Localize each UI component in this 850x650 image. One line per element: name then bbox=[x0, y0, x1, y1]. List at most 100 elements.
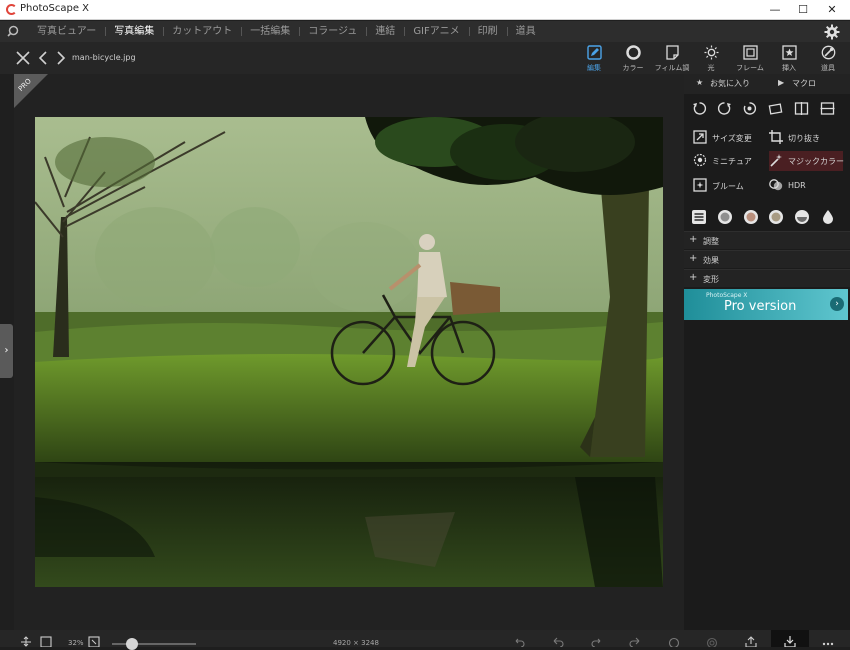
tab-color[interactable]: カラー bbox=[614, 42, 652, 74]
magic-color-button[interactable]: マジックカラー bbox=[769, 151, 844, 171]
hdr-label: HDR bbox=[788, 181, 806, 190]
undo-all-icon[interactable] bbox=[552, 636, 564, 647]
menu-items: 写真ビュアー 写真編集 カットアウト 一括編集 コラージュ 連結 GIFアニメ 印刷 道具 bbox=[28, 21, 545, 42]
section-effects-label: 効果 bbox=[703, 256, 719, 265]
photo-man-bicycle bbox=[35, 117, 663, 587]
expand-plus-icon: + bbox=[689, 234, 698, 245]
next-image-icon[interactable] bbox=[54, 51, 68, 65]
redo-icon[interactable] bbox=[591, 636, 603, 647]
actual-size-icon[interactable] bbox=[40, 636, 52, 647]
menu-item-2[interactable]: カットアウト bbox=[163, 21, 241, 42]
close-button[interactable]: ✕ bbox=[817, 0, 847, 20]
tab-frame-label: フレーム bbox=[736, 64, 764, 72]
macro-play-icon[interactable]: ▶ bbox=[778, 78, 784, 87]
section-transform[interactable]: + 変形 bbox=[684, 269, 850, 287]
menu-item-5[interactable]: 連結 bbox=[366, 21, 404, 42]
tab-film-label: フィルム調 bbox=[654, 64, 690, 72]
close-editor-icon[interactable] bbox=[16, 51, 30, 65]
pro-banner-title: Pro version bbox=[724, 299, 797, 314]
flip-vertical-icon[interactable] bbox=[820, 101, 835, 116]
auto-level-icon[interactable] bbox=[717, 209, 733, 225]
magic-color-label: マジックカラー bbox=[788, 157, 844, 166]
pro-badge: PRO bbox=[14, 74, 48, 108]
favorites-button[interactable]: お気に入り bbox=[710, 78, 750, 89]
main-menu-bar: 写真ビュアー 写真編集 カットアウト 一括編集 コラージュ 連結 GIFアニメ 印刷 道具 bbox=[0, 21, 850, 42]
tab-light[interactable]: 光 bbox=[692, 42, 730, 74]
favorites-row: ★ お気に入り ▶ マクロ bbox=[684, 74, 850, 94]
save-download-icon bbox=[784, 636, 796, 647]
search-icon[interactable] bbox=[7, 25, 19, 37]
menu-item-6[interactable]: GIFアニメ bbox=[404, 21, 468, 42]
pro-version-banner[interactable]: PhotoScape X Pro version › bbox=[684, 289, 848, 320]
rotate-left-icon[interactable] bbox=[692, 101, 707, 116]
bloom-button[interactable]: ブルーム bbox=[693, 176, 763, 196]
menu-item-3[interactable]: 一括編集 bbox=[241, 21, 299, 42]
zoom-slider-handle[interactable] bbox=[126, 638, 138, 650]
title-bar: PhotoScape X — ☐ ✕ bbox=[0, 0, 850, 20]
crop-icon bbox=[769, 130, 783, 144]
magic-color-icon bbox=[770, 154, 782, 167]
editor-toolbar: man-bicycle.jpg 編集 カラー フィルム調 光 フレーム 挿入 道… bbox=[0, 42, 850, 74]
tab-tools[interactable]: 道具 bbox=[809, 42, 847, 74]
miniature-button[interactable]: ミニチュア bbox=[693, 151, 763, 171]
hdr-button[interactable]: HDR bbox=[769, 176, 839, 196]
tools-icon bbox=[821, 45, 836, 60]
flip-horizontal-icon[interactable] bbox=[794, 101, 809, 116]
resize-button[interactable]: サイズ変更 bbox=[693, 128, 763, 148]
rotate-right-icon[interactable] bbox=[717, 101, 732, 116]
menu-item-0[interactable]: 写真ビュアー bbox=[28, 21, 105, 42]
rotate-free-icon[interactable] bbox=[742, 101, 757, 116]
section-adjust[interactable]: + 調整 bbox=[684, 231, 850, 249]
menu-item-8[interactable]: 道具 bbox=[506, 21, 545, 42]
image-dimensions: 4920 × 3248 bbox=[333, 639, 379, 647]
crop-label: 切り抜き bbox=[788, 134, 820, 143]
levels-icon[interactable] bbox=[691, 209, 707, 225]
tab-film[interactable]: フィルム調 bbox=[653, 42, 691, 74]
auto-color-icon[interactable] bbox=[743, 209, 759, 225]
right-panel: ★ お気に入り ▶ マクロ サイズ変更 切り抜き ミニチュア マジックカラー ブ… bbox=[684, 74, 850, 630]
insert-icon bbox=[782, 45, 797, 60]
light-icon bbox=[704, 45, 719, 60]
menu-item-4[interactable]: コラージュ bbox=[299, 21, 366, 42]
section-effects[interactable]: + 効果 bbox=[684, 250, 850, 268]
undo-icon[interactable] bbox=[513, 636, 525, 647]
save-button[interactable] bbox=[771, 630, 809, 647]
maximize-button[interactable]: ☐ bbox=[788, 0, 818, 20]
macro-button[interactable]: マクロ bbox=[792, 78, 816, 89]
resize-label: サイズ変更 bbox=[712, 134, 752, 143]
menu-item-1[interactable]: 写真編集 bbox=[105, 21, 163, 42]
fit-screen-icon[interactable] bbox=[20, 636, 32, 647]
redo-all-icon[interactable] bbox=[629, 636, 641, 647]
tab-insert-label: 挿入 bbox=[782, 64, 796, 72]
app-window: PhotoScape X — ☐ ✕ 写真ビュアー 写真編集 カットアウト 一括編集コ… bbox=[0, 0, 850, 650]
tab-insert[interactable]: 挿入 bbox=[770, 42, 808, 74]
app-logo-icon bbox=[6, 4, 17, 15]
share-icon[interactable] bbox=[745, 636, 757, 647]
menu-item-7[interactable]: 印刷 bbox=[468, 21, 507, 42]
zoom-slider-track[interactable] bbox=[112, 643, 196, 645]
minimize-button[interactable]: — bbox=[760, 0, 790, 20]
quick-actions bbox=[684, 96, 850, 122]
zoom-level[interactable]: 32% bbox=[68, 639, 84, 647]
previous-image-icon[interactable] bbox=[36, 51, 50, 65]
pro-banner-brand: PhotoScape X bbox=[706, 292, 748, 299]
straighten-icon[interactable] bbox=[768, 101, 783, 116]
history-icon[interactable] bbox=[706, 636, 718, 647]
auto-contrast-icon[interactable] bbox=[768, 209, 784, 225]
favorites-star-icon[interactable]: ★ bbox=[696, 78, 703, 87]
frame-icon bbox=[743, 45, 758, 60]
more-options-icon[interactable] bbox=[822, 636, 834, 647]
tab-frame[interactable]: フレーム bbox=[731, 42, 769, 74]
settings-gear-icon[interactable] bbox=[824, 24, 840, 40]
crop-button[interactable]: 切り抜き bbox=[769, 128, 844, 148]
expand-plus-icon: + bbox=[689, 253, 698, 264]
expand-plus-icon: + bbox=[689, 272, 698, 283]
section-transform-label: 変形 bbox=[703, 275, 719, 284]
backlight-icon[interactable] bbox=[794, 209, 810, 225]
tab-edit[interactable]: 編集 bbox=[575, 42, 613, 74]
sharpen-drop-icon[interactable] bbox=[820, 209, 836, 225]
zoom-fit-icon[interactable] bbox=[88, 636, 100, 647]
compare-icon[interactable] bbox=[668, 636, 680, 647]
expand-sidebar-tab[interactable]: › bbox=[0, 324, 13, 378]
chevron-right-icon: › bbox=[830, 297, 844, 311]
